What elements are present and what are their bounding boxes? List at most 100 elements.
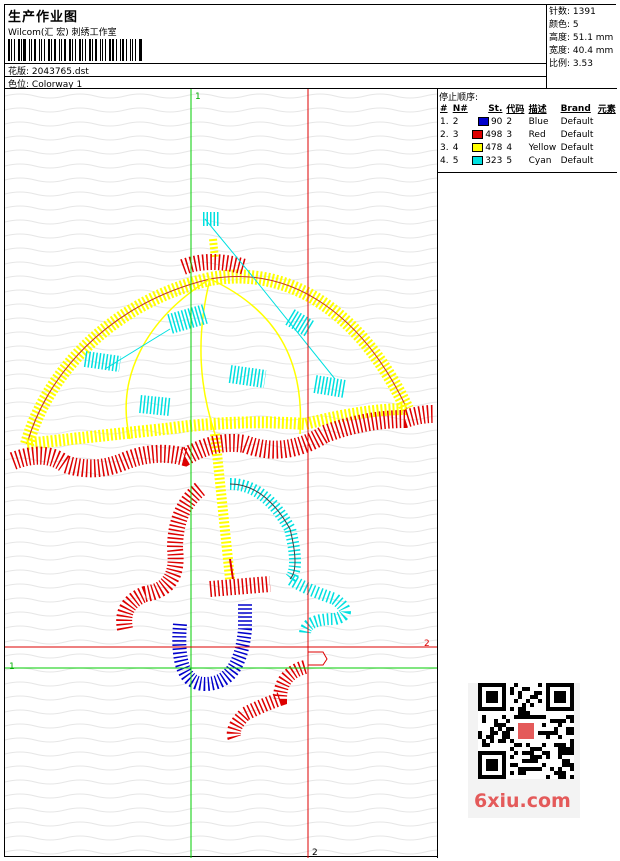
qr-module — [570, 767, 574, 771]
qr-module — [530, 767, 534, 771]
column-header: St. — [488, 103, 503, 114]
stitch-count-value: 90 — [490, 116, 503, 127]
row-index: 2. — [440, 129, 449, 140]
qr-module — [510, 707, 514, 711]
design-field: 花版: 2043765.dst — [5, 63, 547, 77]
qr-module — [526, 767, 530, 771]
barcode-bar — [51, 39, 53, 61]
qr-module — [522, 687, 526, 691]
qr-module — [562, 763, 566, 767]
qr-module — [518, 707, 522, 711]
qr-module — [570, 731, 574, 735]
row-needle: 2 — [452, 116, 459, 127]
qr-module — [570, 747, 574, 751]
row-needle: 5 — [452, 155, 459, 166]
qr-module — [482, 715, 486, 719]
qr-module — [490, 735, 494, 739]
qr-module — [534, 695, 538, 699]
qr-module — [550, 767, 554, 771]
qr-module — [542, 723, 546, 727]
qr-module — [510, 771, 514, 775]
qr-module — [546, 755, 550, 759]
watermark-logo: 6xiu.com — [474, 790, 571, 812]
barcode-bar — [68, 39, 71, 61]
qr-module — [502, 739, 506, 743]
qr-module — [530, 755, 534, 759]
qr-module — [478, 731, 482, 735]
qr-module — [518, 711, 522, 715]
barcode-bar — [108, 39, 112, 61]
qr-module — [506, 719, 510, 723]
color-swatch — [472, 155, 484, 165]
qr-module — [538, 731, 542, 735]
color-count: 颜色: 5 — [549, 20, 579, 30]
color-swatch — [472, 129, 484, 139]
row-stitches: 90 — [470, 115, 504, 128]
qr-module — [514, 743, 518, 747]
guide-label-h1: 1 — [9, 662, 15, 672]
row-description: Yellow — [528, 142, 557, 153]
row-needle: 3 — [452, 129, 459, 140]
qr-module — [510, 755, 514, 759]
qr-module — [510, 687, 514, 691]
qr-module — [570, 715, 574, 719]
qr-module — [542, 731, 546, 735]
color-swatch — [472, 142, 484, 152]
row-element — [596, 154, 618, 167]
qr-module — [502, 723, 506, 727]
qr-module — [570, 739, 574, 743]
qr-module — [558, 751, 562, 755]
guide-label-v1: 1 — [195, 92, 201, 102]
stitch-count-value: 478 — [485, 142, 503, 153]
company-name: Wilcom(汇 宏) 刺绣工作室 — [8, 28, 117, 38]
page-title: 生产作业图 — [8, 10, 79, 25]
design-canvas[interactable]: 1 2 1 2 — [5, 89, 437, 858]
row-code: 3 — [506, 129, 513, 140]
qr-module — [518, 691, 522, 695]
qr-module — [522, 703, 526, 707]
colorway-field: 色位: Colorway 1 — [5, 76, 547, 90]
qr-module — [502, 731, 506, 735]
qr-module — [554, 719, 558, 723]
column-header: # — [440, 103, 448, 114]
qr-module — [530, 759, 534, 763]
qr-module — [570, 719, 574, 723]
design-height: 高度: 51.1 mm — [549, 33, 614, 43]
qr-module — [546, 731, 550, 735]
row-code: 5 — [506, 155, 513, 166]
qr-module — [498, 739, 502, 743]
qr-module — [522, 711, 526, 715]
stitch-count-value: 323 — [485, 155, 503, 166]
qr-module — [490, 731, 494, 735]
qr-module — [534, 691, 538, 695]
qr-module — [534, 767, 538, 771]
qr-module — [562, 743, 566, 747]
table-row: 1. 2 90 2 Blue Default — [438, 115, 618, 128]
barcode-bar — [29, 39, 31, 61]
qr-module — [478, 735, 482, 739]
row-element — [596, 128, 618, 141]
barcode-bar — [40, 39, 42, 61]
qr-module — [482, 719, 486, 723]
qr-module — [570, 727, 574, 731]
qr-module — [538, 715, 542, 719]
qr-module — [558, 747, 562, 751]
qr-module — [534, 755, 538, 759]
qr-module — [486, 743, 490, 747]
qr-logo — [518, 723, 534, 739]
barcode-bar — [85, 39, 87, 61]
qr-module — [558, 719, 562, 723]
column-header: N# — [452, 103, 468, 114]
qr-finder-core — [486, 691, 498, 703]
qr-module — [518, 743, 522, 747]
qr-module — [566, 715, 570, 719]
barcode-bar — [121, 39, 124, 61]
row-brand: Default — [560, 155, 594, 166]
qr-module — [514, 683, 518, 687]
row-description: Cyan — [528, 155, 552, 166]
qr-module — [558, 723, 562, 727]
barcode-bar — [82, 39, 84, 61]
qr-module — [542, 715, 546, 719]
qr-module — [518, 715, 522, 719]
qr-module — [566, 751, 570, 755]
